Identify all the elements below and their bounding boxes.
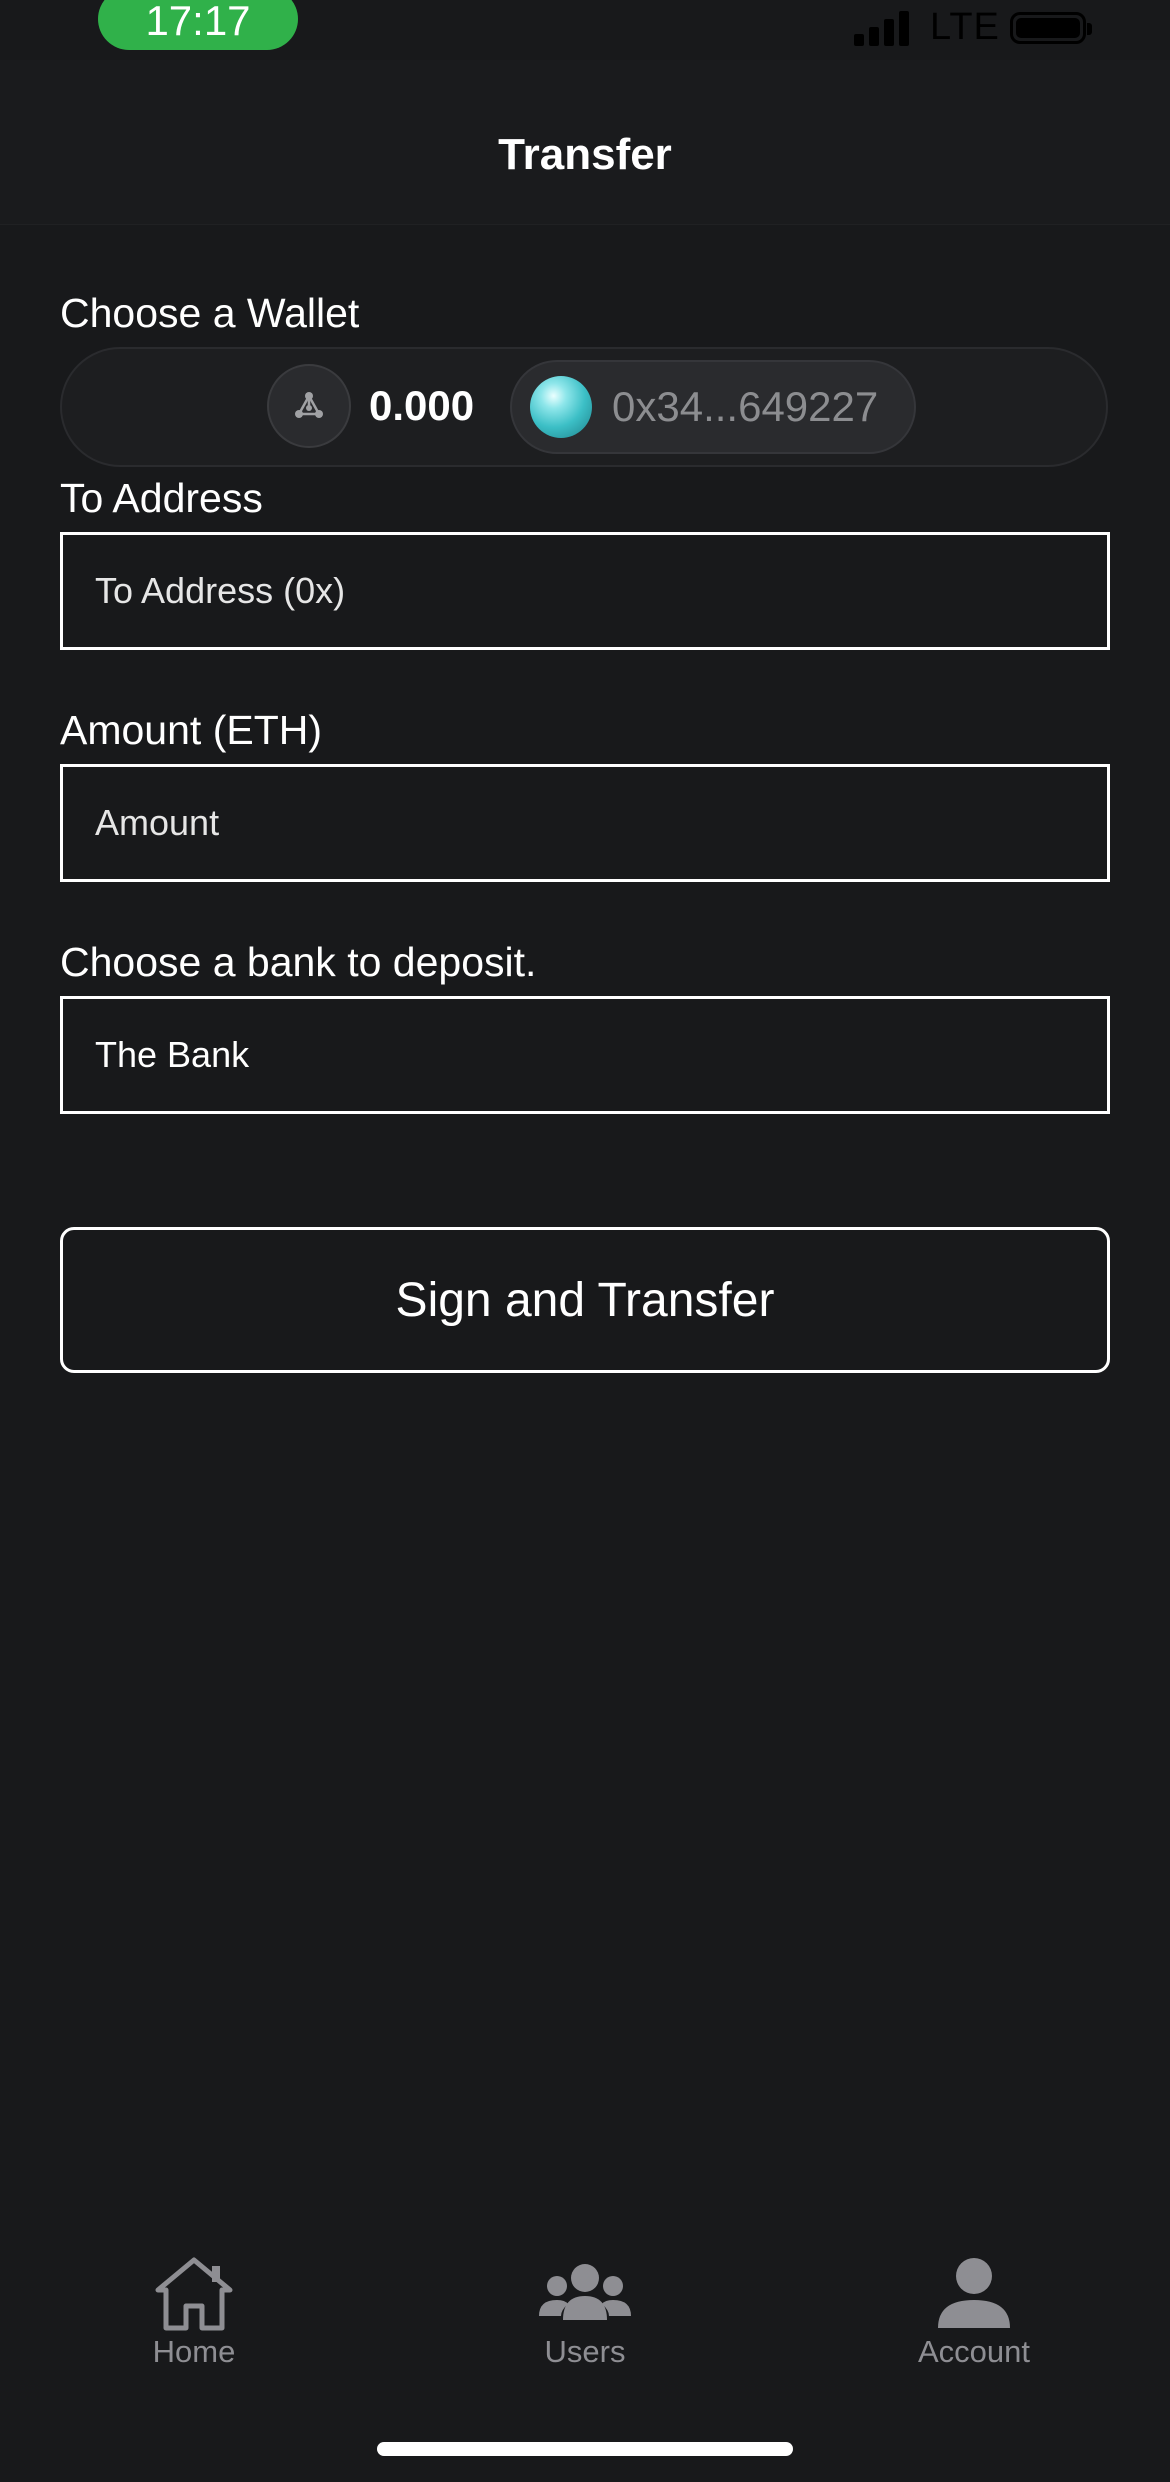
network-nodes-icon — [267, 364, 351, 448]
account-icon — [938, 2258, 1010, 2328]
wallet-address-chip[interactable]: 0x34...649227 — [510, 360, 916, 454]
tab-account[interactable]: Account — [844, 2254, 1104, 2370]
users-icon — [539, 2264, 631, 2320]
amount-input[interactable] — [60, 764, 1110, 882]
sign-and-transfer-button[interactable]: Sign and Transfer — [60, 1227, 1110, 1373]
network-type-label: LTE — [930, 6, 1000, 48]
tab-home-label: Home — [152, 2334, 236, 2369]
page-title: Transfer — [498, 130, 672, 179]
wallet-label: Choose a Wallet — [60, 290, 360, 336]
wallet-balance-group: 0.000 — [267, 363, 474, 449]
tab-account-label: Account — [917, 2334, 1030, 2369]
wallet-balance: 0.000 — [369, 382, 475, 429]
home-icon — [155, 2257, 233, 2331]
cellular-signal-icon — [854, 8, 914, 46]
status-bar: 17:17 LTE — [0, 0, 1170, 60]
to-address-input[interactable] — [60, 532, 1110, 650]
wallet-selector[interactable]: 0.000 0x34...649227 — [60, 347, 1108, 467]
tab-users[interactable]: Users — [455, 2254, 715, 2370]
battery-icon — [1010, 12, 1092, 44]
tab-users-label: Users — [544, 2334, 626, 2369]
to-address-label: To Address — [60, 475, 263, 521]
status-time: 17:17 — [98, 0, 298, 50]
tab-home[interactable]: Home — [64, 2254, 324, 2370]
wallet-address: 0x34...649227 — [612, 383, 879, 430]
home-indicator[interactable] — [377, 2442, 793, 2456]
bank-input[interactable] — [60, 996, 1110, 1114]
nav-header: Transfer — [0, 60, 1170, 225]
bank-label: Choose a bank to deposit. — [60, 939, 537, 985]
amount-label: Amount (ETH) — [60, 707, 322, 753]
wallet-avatar — [530, 376, 592, 438]
